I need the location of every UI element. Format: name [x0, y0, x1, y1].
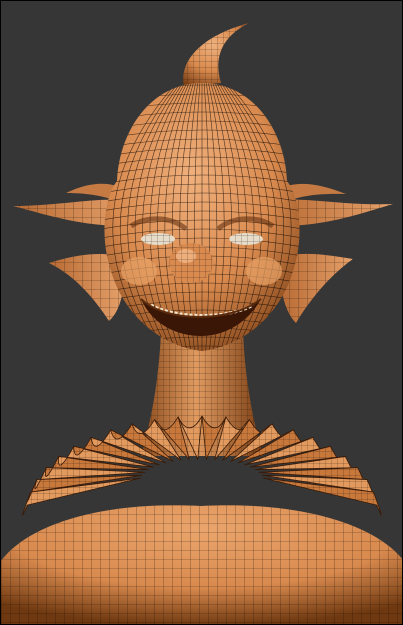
- head-tuft: [183, 23, 249, 86]
- 3d-viewport[interactable]: [0, 0, 403, 625]
- left-cheek: [121, 257, 157, 285]
- shoulders: [1, 505, 402, 624]
- right-cheek: [246, 257, 282, 285]
- wireframe-clown-model: [1, 23, 402, 624]
